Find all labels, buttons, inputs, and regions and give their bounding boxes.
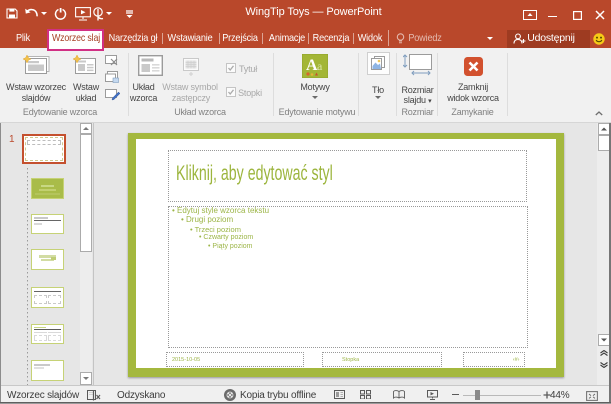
svg-text:a: a: [317, 59, 323, 73]
